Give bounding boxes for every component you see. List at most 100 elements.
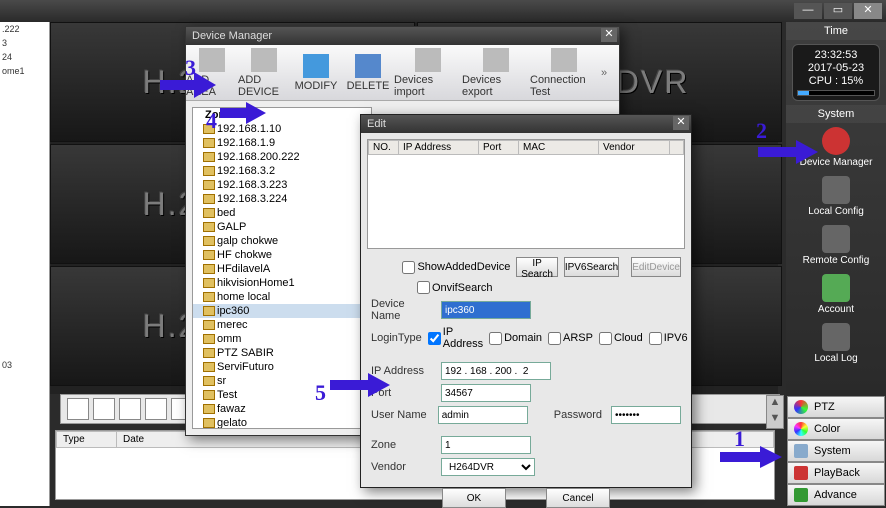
edit-device-button[interactable]: EditDevice [631,257,681,277]
playback-icon [794,466,808,480]
tree-node[interactable]: 192.168.1.9 [193,136,371,150]
local-log-button[interactable]: Local Log [786,319,886,368]
login-ip-checkbox[interactable] [428,332,441,345]
login-arsp-checkbox[interactable] [548,332,561,345]
import-icon [415,48,441,72]
account-button[interactable]: Account [786,270,886,319]
tree-node[interactable]: merec [193,318,371,332]
tree-node[interactable]: fawaz [193,402,371,416]
show-added-checkbox[interactable] [402,261,415,274]
onvif-search-checkbox[interactable] [417,281,430,294]
tree-node[interactable]: GALP [193,220,371,234]
window-max-button[interactable]: ▭ [824,3,852,19]
modify-button[interactable]: MODIFY [290,45,342,100]
port-label: Port [371,387,435,399]
tab-system[interactable]: System [787,440,885,462]
local-config-button[interactable]: Local Config [786,172,886,221]
toolbar-overflow-icon[interactable]: » [598,45,610,100]
tab-ptz[interactable]: PTZ [787,396,885,418]
left-device-list: .222 3 24 ome1 03 [0,22,50,506]
close-icon[interactable]: ✕ [673,116,689,130]
log-col-type[interactable]: Type [57,432,117,448]
vendor-select[interactable]: H264DVR [441,458,535,476]
add-device-button[interactable]: ADD DEVICE [238,45,290,100]
window-min-button[interactable]: — [794,3,822,19]
tab-playback[interactable]: PlayBack [787,462,885,484]
user-icon [822,274,850,302]
layout-9-button[interactable] [119,398,141,420]
tab-color[interactable]: Color [787,418,885,440]
zone-input[interactable] [441,436,531,454]
modify-icon [303,54,329,78]
add-area-button[interactable]: ADD AREA [186,45,238,100]
device-name-label: Device Name [371,298,435,322]
scroll-down-icon[interactable]: ▼ [767,412,783,428]
tree-node[interactable]: ServiFuturo [193,360,371,374]
tree-node[interactable]: 192.168.3.224 [193,192,371,206]
ptz-icon [794,400,808,414]
delete-button[interactable]: DELETE [342,45,394,100]
col-no[interactable]: NO. [369,141,399,155]
cancel-button[interactable]: Cancel [546,488,610,508]
ipv6-search-button[interactable]: IPV6Search [564,257,619,277]
app-titlebar: — ▭ ✕ [0,0,886,22]
tab-advance[interactable]: Advance [787,484,885,506]
tree-node[interactable]: PTZ SABIR [193,346,371,360]
system-icon [794,444,808,458]
login-ipv6-checkbox[interactable] [649,332,662,345]
left-item[interactable]: 3 [0,36,49,50]
ip-label: IP Address [371,365,435,377]
close-icon[interactable]: ✕ [601,28,617,42]
connection-test-button[interactable]: Connection Test [530,45,598,100]
tree-node[interactable]: HFdilavelA [193,262,371,276]
dialog-title: Edit ✕ [361,115,691,133]
tree-node[interactable]: bed [193,206,371,220]
tree-node[interactable]: sr [193,374,371,388]
remote-icon [822,225,850,253]
col-mac[interactable]: MAC [519,141,599,155]
left-item[interactable]: ome1 [0,64,49,78]
tree-node[interactable]: gelato [193,416,371,429]
remote-config-button[interactable]: Remote Config [786,221,886,270]
scroll-up-icon[interactable]: ▲ [767,396,783,412]
device-name-input[interactable] [441,301,531,319]
col-ip[interactable]: IP Address [399,141,479,155]
ip-address-input[interactable] [441,362,551,380]
layout-1-button[interactable] [67,398,89,420]
add-device-icon [251,48,277,72]
left-item[interactable]: 24 [0,50,49,64]
tree-node[interactable]: 192.168.1.10 [193,122,371,136]
username-input[interactable] [438,406,528,424]
layout-16-button[interactable] [145,398,167,420]
ip-search-button[interactable]: IP Search [516,257,557,277]
window-close-button[interactable]: ✕ [854,3,882,19]
device-tree[interactable]: Zone List 192.168.1.10192.168.1.9192.168… [192,107,372,429]
left-item[interactable]: 03 [0,358,49,372]
ok-button[interactable]: OK [442,488,506,508]
left-item[interactable]: .222 [0,22,49,36]
tree-node[interactable]: 192.168.200.222 [193,150,371,164]
zone-label: Zone [371,439,435,451]
login-cloud-checkbox[interactable] [599,332,612,345]
dialog-title: Device Manager ✕ [186,27,619,45]
col-vendor[interactable]: Vendor [599,141,670,155]
tree-node[interactable]: 192.168.3.223 [193,178,371,192]
device-manager-button[interactable]: Device Manager [786,123,886,172]
tree-node[interactable]: HF chokwe [193,248,371,262]
export-button[interactable]: Devices export [462,45,530,100]
tree-node[interactable]: 192.168.3.2 [193,164,371,178]
col-port[interactable]: Port [479,141,519,155]
tree-node[interactable]: Test [193,388,371,402]
tree-root[interactable]: Zone List [193,108,371,122]
tree-node[interactable]: galp chokwe [193,234,371,248]
password-input[interactable] [611,406,681,424]
port-input[interactable] [441,384,531,402]
login-domain-checkbox[interactable] [489,332,502,345]
layout-4-button[interactable] [93,398,115,420]
tree-node[interactable]: omm [193,332,371,346]
tree-node[interactable]: home local [193,290,371,304]
system-title: System [786,105,886,123]
import-button[interactable]: Devices import [394,45,462,100]
tree-node[interactable]: ipc360 [193,304,371,318]
tree-node[interactable]: hikvisionHome1 [193,276,371,290]
